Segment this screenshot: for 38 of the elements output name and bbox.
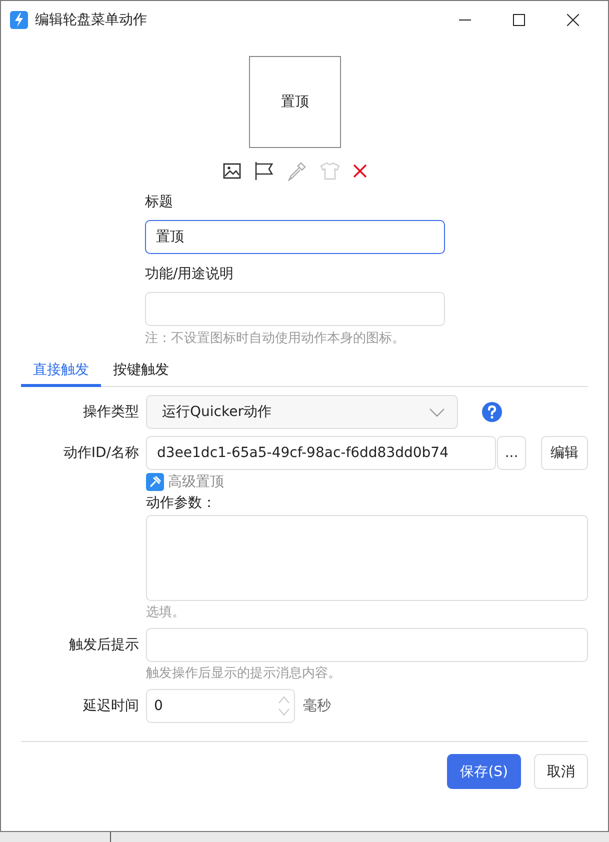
post-trigger-tip-field[interactable] [146,628,588,662]
delay-spinner[interactable]: 0 [146,689,295,723]
flag-icon[interactable] [254,161,274,181]
field-label: 操作类型 [82,403,139,421]
help-icon[interactable] [482,402,502,422]
eyedropper-icon[interactable] [287,161,307,181]
hint-text: 触发操作后显示的提示消息内容。 [146,665,342,682]
chevron-down-icon [429,408,445,416]
tab[interactable]: 直接触发 [21,357,101,387]
operation-type-dropdown[interactable]: 运行Quicker动作 [146,395,458,429]
hint-text: 选填。 [146,604,186,621]
shirt-icon[interactable] [320,162,340,180]
image-icon[interactable] [223,163,241,179]
save-button[interactable]: 保存(S) [447,754,521,789]
maximize-icon [513,14,525,26]
action-parameters-field[interactable] [146,515,588,601]
delete-icon[interactable] [353,164,367,178]
close-icon [567,14,579,26]
spinner-arrows-icon[interactable] [278,695,290,717]
field-label: 标题 [145,193,174,212]
action-id-field[interactable]: d3ee1dc1-65a5-49cf-98ac-f6dd83dd0b74 [146,436,496,470]
unit-label: 毫秒 [303,697,331,715]
edit-button[interactable]: 编辑 [541,436,588,470]
description-field[interactable] [145,292,445,326]
field-label: 功能/用途说明 [145,265,235,284]
lightning-logo-icon [10,10,28,28]
window-title: 编辑轮盘菜单动作 [35,10,147,28]
cancel-button[interactable]: 取消 [534,754,588,789]
icon-preview[interactable]: 置顶 [249,56,341,148]
field-label: 触发后提示 [68,636,139,654]
field-label: 动作ID/名称 [62,444,139,462]
title-field[interactable]: 置顶 [145,220,445,254]
field-label: 延迟时间 [82,697,139,715]
browse-button[interactable]: ... [497,436,526,470]
field-label: 动作参数： [146,494,217,512]
advanced-pin-link[interactable]: 高级置顶 [168,473,224,491]
note-text: 注：不设置图标时自动使用动作本身的图标。 [145,330,406,347]
tab[interactable]: 按键触发 [101,357,181,387]
